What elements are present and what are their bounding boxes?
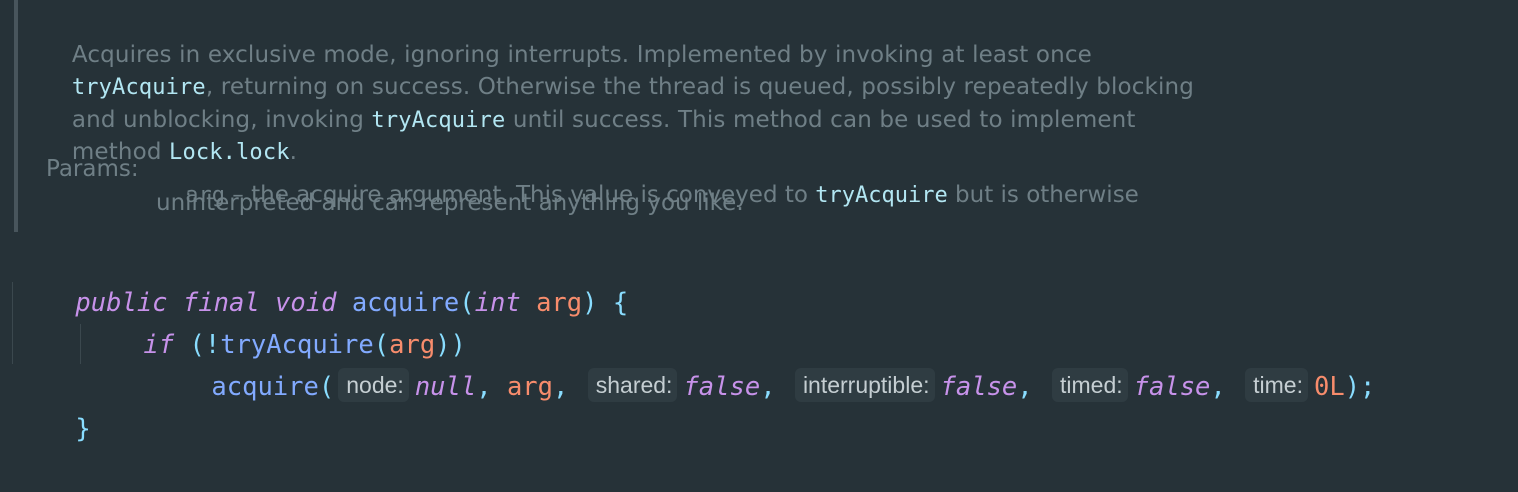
doc-text: but is otherwise [947,182,1139,208]
inlay-hint-timed: timed: [1052,368,1128,402]
inlay-hint-time: time: [1245,368,1308,402]
inlay-hint-interruptible: interruptible: [794,368,935,402]
paren: ) [582,288,598,318]
javadoc-block: Acquires in exclusive mode, ignoring int… [14,0,1318,232]
inlay-hint-shared: shared: [587,368,678,402]
brace: { [612,288,629,318]
literal-null: null [414,372,477,402]
literal-false: false [940,372,1018,402]
code-line-2: if (!tryAcquire(arg)) [82,282,465,360]
argument[interactable]: arg [507,372,553,402]
paren: ); [1344,372,1376,402]
comma: , [553,372,569,402]
params-label: Params: [46,156,139,182]
parameter-name[interactable]: arg [536,288,582,318]
comma: , [476,372,492,402]
code-line-1: public final void acquire(int arg) { [14,240,628,318]
indent-guide [12,282,13,364]
code-line-4: } [14,366,90,444]
literal-false: false [1133,372,1211,402]
keyword-int: int [474,288,521,318]
code-line-3: acquire(node: null, arg, shared: false, in… [150,324,1375,402]
inlay-hint-node: node: [338,368,409,402]
comma: , [1210,372,1226,402]
literal-false: false [683,372,761,402]
paren: ( [318,372,335,402]
method-call[interactable]: acquire [211,372,318,402]
brace: } [75,414,91,444]
comma: , [760,372,776,402]
literal-number: 0L [1313,372,1345,402]
param-line-2: uninterpreted and can represent anything… [156,190,744,216]
indent-guide [80,324,81,364]
doc-link-tryacquire[interactable]: tryAcquire [371,108,505,133]
doc-text: until success. This method can be used t… [505,107,1136,133]
doc-link-tryacquire[interactable]: tryAcquire [815,183,947,208]
comma: , [1017,372,1033,402]
